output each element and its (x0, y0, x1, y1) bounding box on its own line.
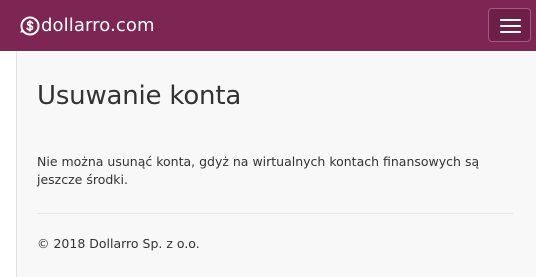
top-navbar: dollarro.com (0, 0, 536, 51)
main-content: Usuwanie konta Nie można usunąć konta, g… (16, 51, 536, 277)
account-deletion-message: Nie można usunąć konta, gdyż na wirtualn… (37, 154, 480, 187)
brand-name: dollarro.com (41, 15, 155, 36)
brand-logo-link[interactable]: dollarro.com (19, 14, 155, 38)
copyright-text: © 2018 Dollarro Sp. z o.o. (37, 236, 200, 251)
footer-divider (37, 213, 513, 214)
dollar-circle-icon (19, 15, 41, 37)
page-title: Usuwanie konta (37, 81, 242, 111)
menu-toggle-button[interactable] (488, 8, 531, 42)
